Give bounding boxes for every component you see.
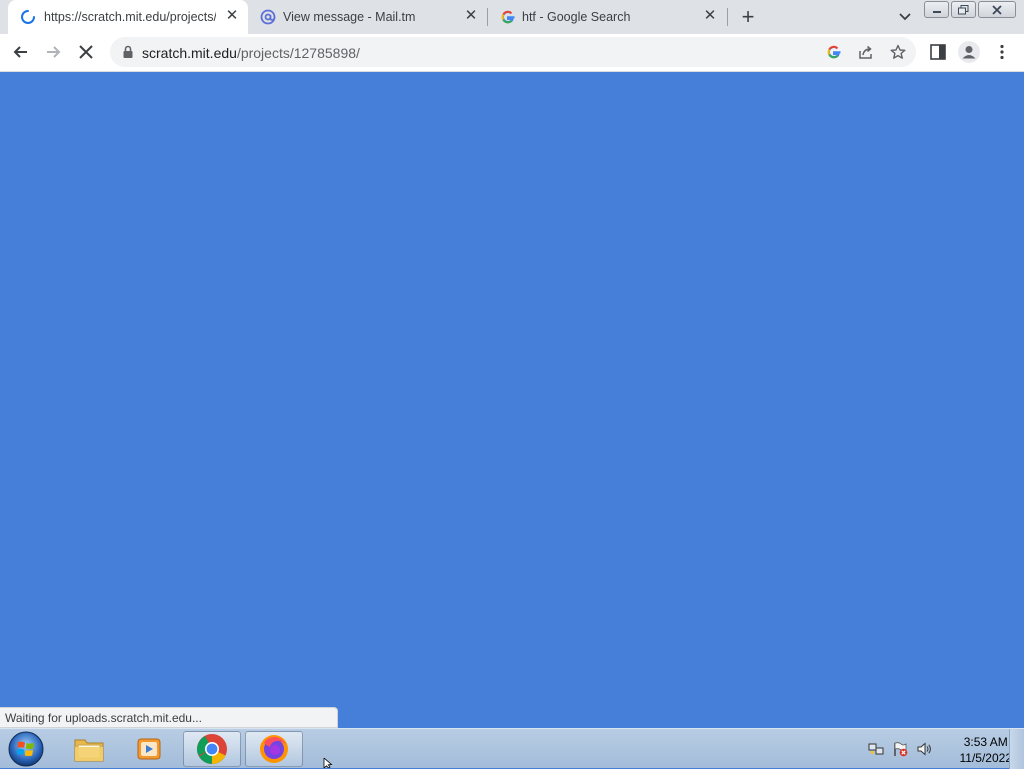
network-icon[interactable]: [868, 741, 884, 757]
status-bubble: Waiting for uploads.scratch.mit.edu...: [0, 707, 338, 728]
restore-icon: [958, 4, 969, 14]
restore-button[interactable]: [951, 1, 976, 18]
taskbar-media-player[interactable]: [120, 731, 178, 767]
close-tab-icon[interactable]: ✕: [224, 8, 240, 24]
taskbar-chrome[interactable]: [183, 731, 241, 767]
tab-search-chevron-icon[interactable]: [896, 8, 914, 26]
tab-mailtm[interactable]: View message - Mail.tm ✕: [248, 0, 488, 34]
mouse-cursor-icon: [323, 758, 333, 768]
tab-separator: [727, 8, 728, 26]
window-controls: [924, 1, 1016, 18]
folder-icon: [74, 739, 104, 762]
clock-date: 11/5/2022: [959, 751, 1013, 765]
taskbar-firefox[interactable]: [245, 731, 303, 767]
tab-scratch[interactable]: https://scratch.mit.edu/projects/ ✕: [8, 0, 248, 34]
minimize-button[interactable]: [924, 1, 949, 18]
start-button[interactable]: [7, 731, 45, 767]
profile-person-icon: [962, 46, 976, 59]
address-bar[interactable]: scratch.mit.edu/projects/12785898/: [110, 37, 916, 67]
url-text: scratch.mit.edu/projects/12785898/: [142, 45, 360, 61]
bookmark-star-icon[interactable]: [890, 44, 906, 60]
back-arrow-icon[interactable]: [11, 42, 31, 62]
tab-title: View message - Mail.tm: [283, 10, 416, 24]
profile-avatar[interactable]: [958, 41, 980, 63]
browser-toolbar: scratch.mit.edu/projects/12785898/: [0, 34, 1024, 72]
mailtm-icon: [260, 9, 276, 25]
forward-arrow-icon[interactable]: [43, 42, 63, 62]
media-player-icon: [137, 738, 161, 760]
clock-time: 3:53 AM: [963, 735, 1008, 749]
lock-icon[interactable]: [122, 45, 134, 59]
close-window-button[interactable]: [978, 1, 1016, 18]
stop-loading-icon[interactable]: [76, 42, 96, 62]
loading-spinner-icon: [21, 10, 35, 24]
minimize-icon: [932, 10, 941, 13]
share-icon[interactable]: [858, 44, 874, 60]
google-icon: [501, 10, 515, 24]
menu-kebab-icon[interactable]: [993, 43, 1011, 61]
side-panel-icon[interactable]: [929, 43, 947, 61]
firefox-icon: [260, 735, 288, 763]
chrome-icon: [197, 734, 227, 764]
taskbar: 3:53 AM 11/5/2022: [0, 728, 1024, 769]
tab-title: htf - Google Search: [522, 10, 631, 24]
new-tab-button[interactable]: +: [738, 6, 758, 28]
close-icon: [992, 4, 1002, 15]
show-desktop-button[interactable]: [1009, 729, 1024, 769]
url-path: /projects/12785898/: [236, 45, 360, 61]
action-center-flag-icon[interactable]: [892, 741, 908, 757]
tab-strip: https://scratch.mit.edu/projects/ ✕ View…: [0, 0, 1024, 34]
url-host: scratch.mit.edu: [142, 45, 237, 61]
volume-speaker-icon[interactable]: [916, 741, 932, 757]
tab-google-search[interactable]: htf - Google Search ✕: [488, 0, 728, 34]
close-tab-icon[interactable]: ✕: [463, 8, 479, 24]
taskbar-explorer[interactable]: [60, 731, 118, 767]
close-tab-icon[interactable]: ✕: [702, 8, 718, 24]
tab-title: https://scratch.mit.edu/projects/: [44, 10, 216, 24]
page-content[interactable]: [0, 72, 1024, 728]
clock[interactable]: 3:53 AM 11/5/2022: [960, 734, 1013, 766]
google-lens-icon[interactable]: [826, 44, 842, 60]
